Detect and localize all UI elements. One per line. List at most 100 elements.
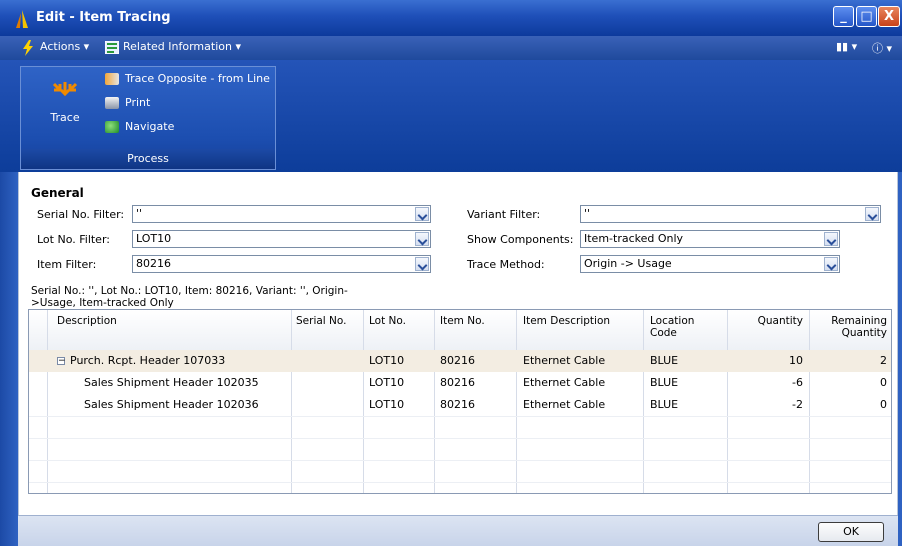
item-tracing-window: Edit - Item Tracing _ □ X Actions ▾ Rela… (0, 0, 902, 546)
row-divider (29, 438, 891, 439)
variant-filter-value: '' (584, 207, 591, 220)
trace-grid: Description Serial No. Lot No. Item No. … (28, 309, 892, 494)
row-item-no: 80216 (440, 376, 475, 389)
row-description: Sales Shipment Header 102036 (84, 398, 259, 411)
ribbon: Trace Trace Opposite - from Line Print N… (0, 60, 902, 172)
print-label: Print (125, 96, 151, 109)
chevron-down-icon[interactable] (824, 257, 838, 271)
header-quantity[interactable]: Quantity (729, 315, 803, 327)
row-location-code: BLUE (650, 376, 679, 389)
header-item-no[interactable]: Item No. (440, 315, 485, 327)
row-description: Sales Shipment Header 102035 (84, 376, 259, 389)
collapse-icon[interactable]: − (57, 357, 66, 366)
trace-method-label: Trace Method: (467, 258, 545, 271)
trace-method-value: Origin -> Usage (584, 257, 672, 270)
chevron-down-icon[interactable] (415, 207, 429, 221)
print-button[interactable]: Print (105, 96, 150, 109)
help-menu[interactable]: ⓘ ▾ (872, 40, 892, 56)
trace-summary-text: Serial No.: '', Lot No.: LOT10, Item: 80… (31, 285, 348, 309)
window-frame-left (0, 172, 18, 546)
item-filter-value: 80216 (136, 257, 171, 270)
general-heading: General (31, 186, 84, 200)
app-logo-icon (16, 10, 28, 28)
window-title: Edit - Item Tracing (36, 10, 171, 25)
row-item-description: Ethernet Cable (523, 376, 606, 389)
show-components-field[interactable]: Item-tracked Only (580, 230, 840, 248)
trace-method-field[interactable]: Origin -> Usage (580, 255, 840, 273)
minimize-button[interactable]: _ (833, 6, 854, 27)
actions-menu-label: Actions (40, 40, 81, 53)
row-lot-no: LOT10 (369, 376, 405, 389)
header-location-code[interactable]: Location Code (650, 315, 710, 339)
item-filter-field[interactable]: 80216 (132, 255, 431, 273)
table-row[interactable]: Sales Shipment Header 102035 LOT10 80216… (29, 372, 891, 394)
row-location-code: BLUE (650, 398, 679, 411)
row-item-description: Ethernet Cable (523, 354, 606, 367)
variant-filter-field[interactable]: '' (580, 205, 881, 223)
actions-menu[interactable]: Actions ▾ (40, 40, 89, 53)
trace-opposite-icon (105, 73, 119, 85)
serial-filter-value: '' (136, 207, 143, 220)
row-lot-no: LOT10 (369, 398, 405, 411)
table-row[interactable]: − Purch. Rcpt. Header 107033 LOT10 80216 … (29, 350, 891, 372)
row-quantity: -2 (792, 398, 803, 411)
row-remaining-quantity: 0 (880, 376, 887, 389)
lot-filter-label: Lot No. Filter: (37, 233, 110, 246)
row-remaining-quantity: 0 (880, 398, 887, 411)
header-description[interactable]: Description (57, 315, 117, 327)
navigate-button[interactable]: Navigate (105, 120, 174, 133)
title-bar: Edit - Item Tracing _ □ X (0, 0, 902, 36)
content-area: General Serial No. Filter: '' Lot No. Fi… (18, 172, 898, 515)
row-location-code: BLUE (650, 354, 679, 367)
lightning-icon (23, 40, 33, 56)
chevron-down-icon[interactable] (415, 232, 429, 246)
trace-button[interactable]: Trace (41, 111, 89, 124)
serial-filter-field[interactable]: '' (132, 205, 431, 223)
close-button[interactable]: X (878, 6, 900, 27)
row-divider (29, 460, 891, 461)
chevron-down-icon[interactable] (415, 257, 429, 271)
show-components-value: Item-tracked Only (584, 232, 684, 245)
process-group-label: Process (21, 149, 275, 169)
row-description: − Purch. Rcpt. Header 107033 (57, 350, 225, 372)
item-filter-label: Item Filter: (37, 258, 97, 271)
window-frame-right (898, 172, 902, 546)
related-information-menu[interactable]: Related Information ▾ (123, 40, 241, 53)
related-information-label: Related Information (123, 40, 232, 53)
row-divider (29, 482, 891, 483)
row-item-no: 80216 (440, 354, 475, 367)
row-divider (29, 416, 891, 417)
row-item-no: 80216 (440, 398, 475, 411)
header-item-description[interactable]: Item Description (523, 315, 610, 327)
chevron-down-icon[interactable] (865, 207, 879, 221)
chevron-down-icon[interactable] (824, 232, 838, 246)
header-lot-no[interactable]: Lot No. (369, 315, 406, 327)
row-description-text: Purch. Rcpt. Header 107033 (70, 354, 226, 367)
show-components-label: Show Components: (467, 233, 574, 246)
header-remaining-quantity[interactable]: Remaining Quantity (811, 315, 887, 339)
bottom-bar: OK (18, 515, 898, 546)
row-quantity: -6 (792, 376, 803, 389)
trace-opposite-button[interactable]: Trace Opposite - from Line (105, 72, 270, 85)
process-group: Trace Trace Opposite - from Line Print N… (20, 66, 276, 170)
row-remaining-quantity: 2 (880, 354, 887, 367)
row-quantity: 10 (789, 354, 803, 367)
print-icon (105, 97, 119, 109)
lot-filter-field[interactable]: LOT10 (132, 230, 431, 248)
header-serial-no[interactable]: Serial No. (296, 315, 346, 327)
menu-bar: Actions ▾ Related Information ▾ ▮▮ ▾ ⓘ ▾ (0, 36, 902, 60)
layout-menu[interactable]: ▮▮ ▾ (836, 40, 857, 53)
lot-filter-value: LOT10 (136, 232, 172, 245)
maximize-button[interactable]: □ (856, 6, 877, 27)
variant-filter-label: Variant Filter: (467, 208, 541, 221)
row-item-description: Ethernet Cable (523, 398, 606, 411)
table-row[interactable]: Sales Shipment Header 102036 LOT10 80216… (29, 394, 891, 416)
navigate-icon (105, 121, 119, 133)
ok-button[interactable]: OK (818, 522, 884, 542)
serial-filter-label: Serial No. Filter: (37, 208, 125, 221)
trace-icon[interactable] (51, 80, 79, 102)
trace-opposite-label: Trace Opposite - from Line (125, 72, 270, 85)
related-info-icon (105, 41, 119, 54)
navigate-label: Navigate (125, 120, 175, 133)
row-lot-no: LOT10 (369, 354, 405, 367)
